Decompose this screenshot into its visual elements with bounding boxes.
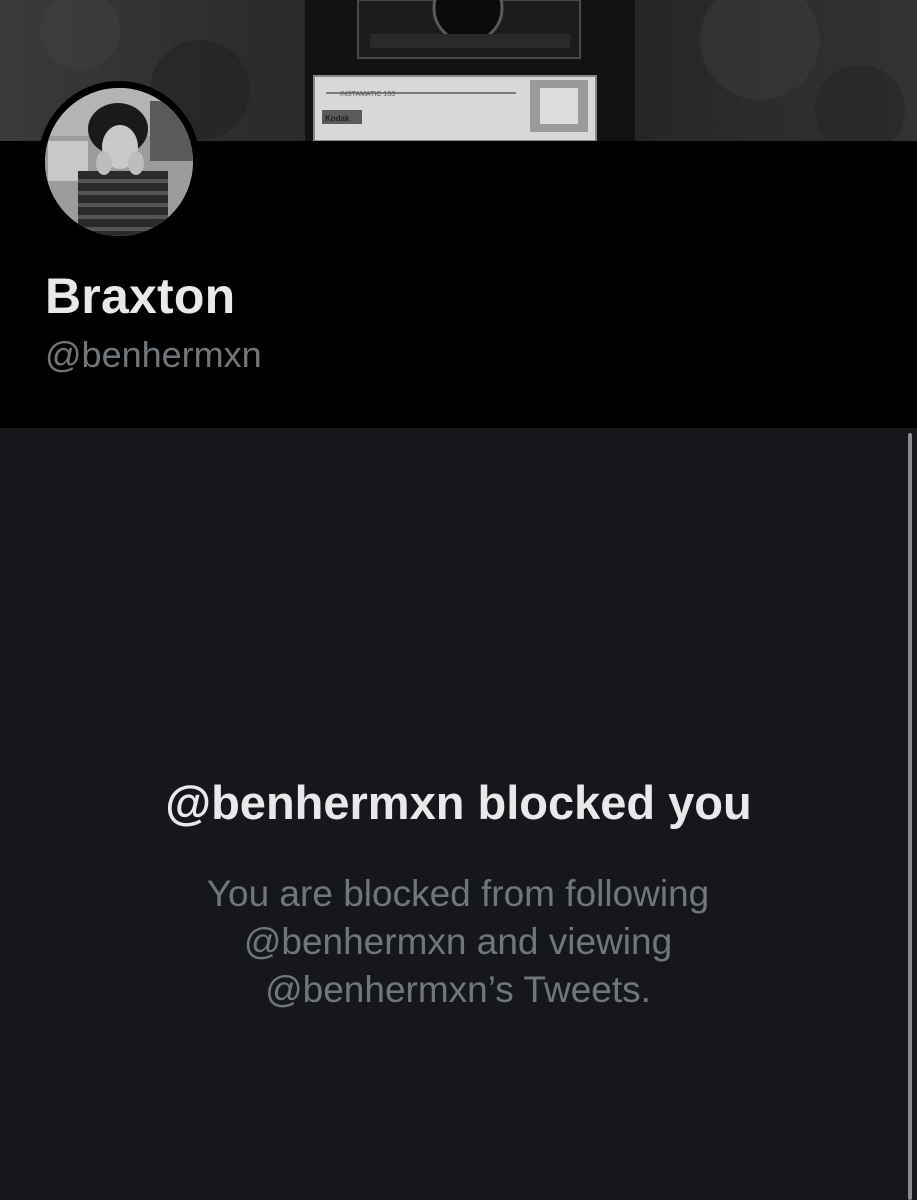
blocked-title: @benhermxn blocked you xyxy=(165,776,752,829)
svg-text:Kodak: Kodak xyxy=(325,114,350,123)
profile-photo-icon xyxy=(38,81,200,243)
display-name: Braxton xyxy=(45,268,236,324)
svg-text:INSTAMATIC 133: INSTAMATIC 133 xyxy=(340,91,395,98)
profile-page: INSTAMATIC 133 Kodak Braxton @benhermxn … xyxy=(0,0,917,1200)
blocked-message: You are blocked from following @benhermx… xyxy=(206,873,710,1010)
profile-handle: @benhermxn xyxy=(45,334,262,375)
avatar[interactable] xyxy=(38,81,200,243)
